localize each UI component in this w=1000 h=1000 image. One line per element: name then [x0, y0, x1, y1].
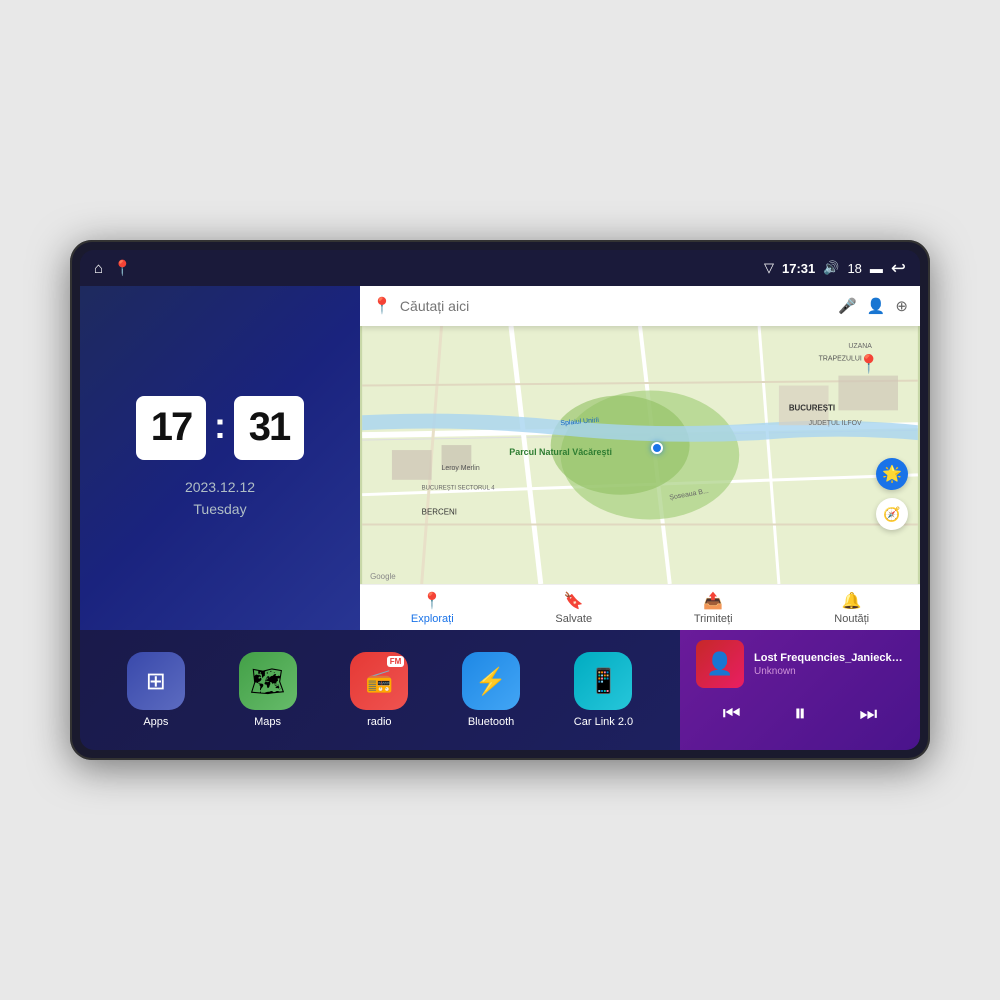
svg-text:Leroy Merlin: Leroy Merlin — [442, 465, 480, 472]
compass-button[interactable]: 🧭 — [876, 498, 908, 530]
radio-icon: 📻 — [366, 668, 393, 694]
device-screen: ⌂ 📍 ▽ 17:31 🔊 18 ▬ ↩ 17 : — [80, 250, 920, 750]
map-saved-tab[interactable]: 🔖 Salvate — [555, 591, 592, 625]
prev-button[interactable]: ⏮ — [723, 703, 741, 726]
zoom-button[interactable]: 🌟 — [876, 458, 908, 490]
signal-icon: ▽ — [764, 260, 774, 276]
map-bottom-bar: 📍 Explorați 🔖 Salvate 📤 Trimiteți � — [360, 584, 920, 630]
explore-label: Explorați — [411, 613, 454, 625]
next-button[interactable]: ⏭ — [859, 703, 877, 726]
music-title: Lost Frequencies_Janieck Devy-... — [754, 652, 904, 664]
maps-icon-bg: 🗺 — [239, 652, 297, 710]
clock-date-value: 2023.12.12 — [185, 476, 255, 498]
music-thumbnail: 👤 — [696, 640, 744, 688]
svg-text:JUDEȚUL ILFOV: JUDEȚUL ILFOV — [809, 420, 862, 427]
clock-hours: 17 — [136, 396, 206, 460]
volume-icon: 🔊 — [823, 260, 839, 276]
map-share-tab[interactable]: 📤 Trimiteți — [694, 591, 733, 625]
carlink-icon: 📱 — [589, 667, 619, 696]
svg-text:UZANA: UZANA — [848, 343, 872, 350]
clock-day-value: Tuesday — [185, 498, 255, 520]
maps-label: Maps — [254, 716, 281, 728]
music-panel: 👤 Lost Frequencies_Janieck Devy-... Unkn… — [680, 630, 920, 750]
layers-icon[interactable]: ⊕ — [895, 297, 908, 315]
app-icon-bluetooth[interactable]: ⚡ Bluetooth — [462, 652, 520, 728]
svg-text:TRAPEZULUI: TRAPEZULUI — [819, 356, 862, 363]
bluetooth-icon-bg: ⚡ — [462, 652, 520, 710]
clock-colon: : — [214, 405, 226, 447]
music-controls: ⏮ ⏸ ⏭ — [696, 700, 904, 728]
bluetooth-icon: ⚡ — [475, 666, 507, 697]
share-label: Trimiteți — [694, 613, 733, 625]
top-section: 17 : 31 2023.12.12 Tuesday 📍 — [80, 286, 920, 630]
account-icon[interactable]: 👤 — [867, 297, 886, 315]
svg-text:BERCENI: BERCENI — [422, 508, 457, 517]
app-icons-bar: ⊞ Apps 🗺 Maps 📻 FM — [80, 630, 680, 750]
share-icon: 📤 — [703, 591, 723, 611]
apps-label: Apps — [143, 716, 168, 728]
status-right-info: ▽ 17:31 🔊 18 ▬ ↩ — [764, 258, 906, 279]
voice-search-icon[interactable]: 🎤 — [838, 297, 857, 315]
map-news-tab[interactable]: 🔔 Noutăți — [834, 591, 869, 625]
clock-minutes: 31 — [234, 396, 304, 460]
map-search-bar: 📍 🎤 👤 ⊕ — [360, 286, 920, 326]
destination-pin: 📍 — [858, 354, 880, 375]
svg-text:BUCUREȘTI: BUCUREȘTI — [789, 403, 835, 412]
car-infotainment-device: ⌂ 📍 ▽ 17:31 🔊 18 ▬ ↩ 17 : — [70, 240, 930, 760]
map-explore-tab[interactable]: 📍 Explorați — [411, 591, 454, 625]
svg-text:BUCUREȘTI SECTORUL 4: BUCUREȘTI SECTORUL 4 — [422, 486, 496, 492]
map-search-actions: 🎤 👤 ⊕ — [838, 297, 908, 315]
carlink-label: Car Link 2.0 — [574, 716, 633, 728]
status-bar: ⌂ 📍 ▽ 17:31 🔊 18 ▬ ↩ — [80, 250, 920, 286]
news-icon: 🔔 — [842, 591, 862, 611]
news-label: Noutăți — [834, 613, 869, 625]
map-view[interactable]: Parcul Natural Văcărești Leroy Merlin BU… — [360, 326, 920, 584]
saved-label: Salvate — [555, 613, 592, 625]
music-info: 👤 Lost Frequencies_Janieck Devy-... Unkn… — [696, 640, 904, 688]
map-search-input[interactable] — [400, 298, 830, 314]
battery-level: 18 — [847, 261, 861, 276]
main-content: 17 : 31 2023.12.12 Tuesday 📍 — [80, 286, 920, 750]
play-pause-button[interactable]: ⏸ — [794, 700, 806, 728]
bluetooth-label: Bluetooth — [468, 716, 514, 728]
battery-icon: ▬ — [870, 261, 883, 276]
saved-icon: 🔖 — [564, 591, 584, 611]
home-icon[interactable]: ⌂ — [94, 260, 103, 277]
clock-panel: 17 : 31 2023.12.12 Tuesday — [80, 286, 360, 630]
app-icon-carlink[interactable]: 📱 Car Link 2.0 — [574, 652, 633, 728]
clock-display: 17 : 31 — [136, 396, 304, 460]
radio-icon-bg: 📻 FM — [350, 652, 408, 710]
carlink-icon-bg: 📱 — [574, 652, 632, 710]
bottom-section: ⊞ Apps 🗺 Maps 📻 FM — [80, 630, 920, 750]
app-icon-radio[interactable]: 📻 FM radio — [350, 652, 408, 728]
status-left-icons: ⌂ 📍 — [94, 259, 132, 277]
radio-label: radio — [367, 716, 391, 728]
app-icon-maps[interactable]: 🗺 Maps — [239, 652, 297, 728]
apps-icon: ⊞ — [146, 667, 166, 696]
map-panel[interactable]: 📍 🎤 👤 ⊕ — [360, 286, 920, 630]
status-time: 17:31 — [782, 261, 815, 276]
map-pin-icon: 📍 — [372, 296, 392, 316]
svg-text:Parcul Natural Văcărești: Parcul Natural Văcărești — [509, 447, 612, 457]
back-icon[interactable]: ↩ — [891, 258, 906, 279]
maps-status-icon[interactable]: 📍 — [113, 259, 132, 277]
apps-icon-bg: ⊞ — [127, 652, 185, 710]
app-icon-apps[interactable]: ⊞ Apps — [127, 652, 185, 728]
music-text: Lost Frequencies_Janieck Devy-... Unknow… — [754, 652, 904, 677]
explore-icon: 📍 — [422, 591, 442, 611]
svg-text:Google: Google — [370, 572, 396, 581]
clock-date: 2023.12.12 Tuesday — [185, 476, 255, 521]
maps-icon: 🗺 — [250, 665, 286, 698]
music-artist: Unknown — [754, 666, 904, 677]
